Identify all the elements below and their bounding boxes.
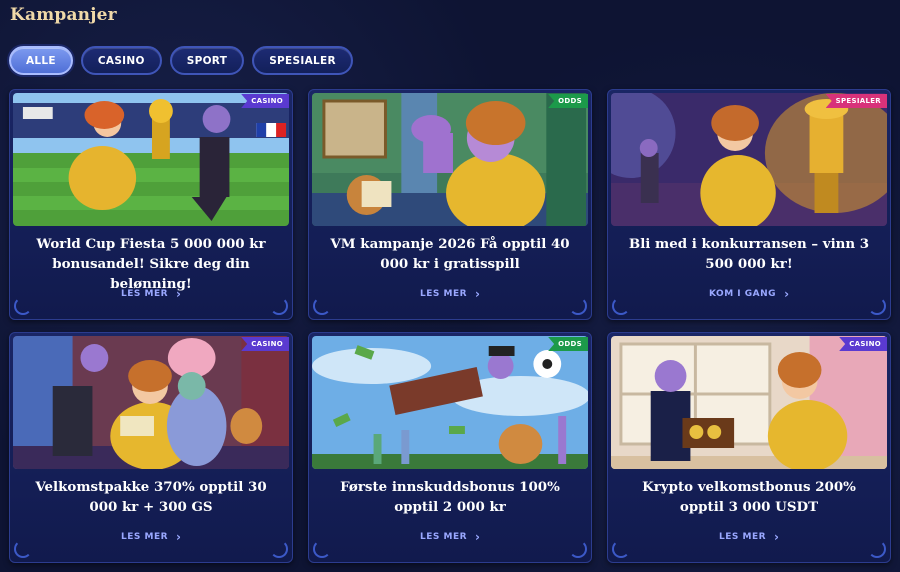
read-more-link[interactable]: LES MER › bbox=[10, 287, 292, 301]
filter-spesialer-button[interactable]: SPESIALER bbox=[252, 46, 353, 75]
promo-title: VM kampanje 2026 Få opptil 40 000 kr i g… bbox=[330, 236, 570, 272]
promo-card-konkurranse[interactable]: SPESIALER Bli med i konkurransen – vinn … bbox=[607, 89, 891, 320]
filter-sport-button[interactable]: SPORT bbox=[169, 46, 245, 75]
promo-title: World Cup Fiesta 5 000 000 kr bonusandel… bbox=[36, 236, 266, 292]
get-started-link[interactable]: KOM I GANG › bbox=[608, 287, 890, 301]
promo-image bbox=[611, 93, 887, 226]
promo-image bbox=[312, 93, 588, 226]
category-badge: CASINO bbox=[839, 337, 887, 351]
filter-all-button[interactable]: ALLE bbox=[9, 46, 73, 75]
promo-card-forste-innskudd[interactable]: ODDS Første innskuddsbonus 100% opptil 2… bbox=[308, 332, 592, 563]
read-more-link[interactable]: LES MER › bbox=[10, 530, 292, 544]
promo-image bbox=[611, 336, 887, 469]
read-more-link[interactable]: LES MER › bbox=[309, 287, 591, 301]
promo-title: Bli med i konkurransen – vinn 3 500 000 … bbox=[628, 236, 870, 272]
chevron-right-icon: › bbox=[475, 530, 480, 544]
promo-image bbox=[13, 336, 289, 469]
promo-image bbox=[312, 336, 588, 469]
link-label: LES MER bbox=[121, 532, 169, 542]
promo-title: Første innskuddsbonus 100% opptil 2 000 … bbox=[340, 479, 560, 515]
chevron-right-icon: › bbox=[475, 287, 480, 301]
read-more-link[interactable]: LES MER › bbox=[608, 530, 890, 544]
link-label: KOM I GANG bbox=[708, 289, 777, 299]
promo-card-world-cup-fiesta[interactable]: CASINO World Cup Fiesta 5 000 000 kr bon… bbox=[9, 89, 293, 320]
chevron-right-icon: › bbox=[774, 530, 779, 544]
page-title: Kampanjer bbox=[10, 5, 117, 25]
filter-casino-button[interactable]: CASINO bbox=[80, 46, 162, 75]
link-label: LES MER bbox=[719, 532, 767, 542]
link-label: LES MER bbox=[420, 289, 468, 299]
promo-card-velkomstpakke[interactable]: CASINO Velkomstpakke 370% opptil 30 000 … bbox=[9, 332, 293, 563]
category-filters: ALLE CASINO SPORT SPESIALER bbox=[9, 46, 353, 75]
chevron-right-icon: › bbox=[176, 530, 181, 544]
read-more-link[interactable]: LES MER › bbox=[309, 530, 591, 544]
category-badge: CASINO bbox=[241, 94, 289, 108]
chevron-right-icon: › bbox=[784, 287, 790, 301]
category-badge: SPESIALER bbox=[825, 94, 887, 108]
category-badge: CASINO bbox=[241, 337, 289, 351]
promo-image bbox=[13, 93, 289, 226]
promo-card-krypto-velkomst[interactable]: CASINO Krypto velkomstbonus 200% opptil … bbox=[607, 332, 891, 563]
link-label: LES MER bbox=[121, 289, 169, 299]
chevron-right-icon: › bbox=[176, 287, 181, 301]
link-label: LES MER bbox=[420, 532, 468, 542]
promo-title: Krypto velkomstbonus 200% opptil 3 000 U… bbox=[642, 479, 856, 515]
promo-title: Velkomstpakke 370% opptil 30 000 kr + 30… bbox=[35, 479, 267, 515]
promo-card-vm-kampanje[interactable]: ODDS VM kampanje 2026 Få opptil 40 000 k… bbox=[308, 89, 592, 320]
